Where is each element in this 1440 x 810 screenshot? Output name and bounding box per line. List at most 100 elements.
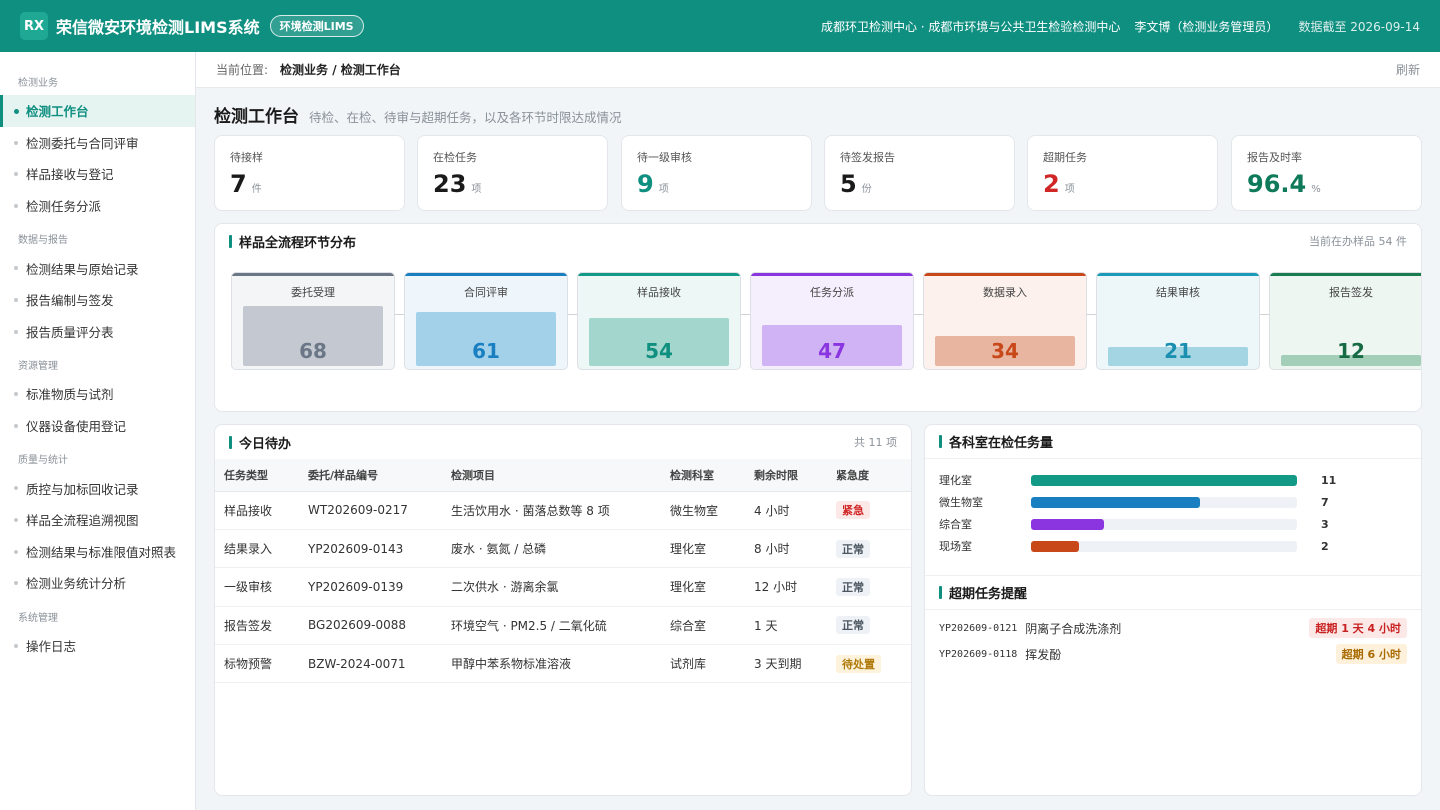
flow-stage[interactable]: 结果审核 21 — [1096, 272, 1260, 370]
table-cell: 标物预警 — [215, 644, 299, 684]
column-header: 委托/样品编号 — [299, 459, 442, 492]
lab-name: 现场室 — [939, 540, 972, 553]
kpi-value: 9 — [637, 170, 654, 198]
lab-count: 7 — [1321, 495, 1329, 509]
table-cell: 3 天到期 — [745, 644, 827, 684]
app-badge: 环境检测LIMS — [269, 15, 364, 37]
overdue-item[interactable]: YP202609-0121 阴离子合成洗涤剂 超期 1 天 4 小时 — [939, 618, 1407, 638]
org-name: 成都环卫检测中心 · 成都市环境与公共卫生检验检测中心 — [820, 19, 1121, 34]
kpi-label: 在检任务 — [433, 151, 477, 164]
labs-card: 各科室在检任务量 理化室 11 微生物室 7 综合室 3 现场室 2 超期任务提醒 YP202… — [924, 424, 1422, 796]
stage-name: 报告签发 — [1329, 286, 1373, 299]
urgency-badge: 紧急 — [836, 501, 870, 520]
todo-table: 任务类型 委托/样品编号 检测项目 检测科室 剩余时限 紧急度 样品接收 WT20… — [215, 459, 911, 684]
table-row[interactable]: 样品接收 WT202609-0217 生活饮用水 · 菌落总数等 8 项微生物室 4 … — [215, 491, 911, 530]
sidebar-item-trace[interactable]: 样品全流程追溯视图 — [0, 504, 195, 536]
table-cell: 12 小时 — [745, 567, 827, 607]
overdue-sample-id: YP202609-0121 — [939, 622, 1018, 634]
table-row[interactable]: 结果录入 YP202609-0143 废水 · 氨氮 / 总磷 理化室 8 小时 正常 — [215, 529, 911, 569]
table-cell: YP202609-0143 — [299, 529, 442, 569]
sidebar-item-report-score[interactable]: 报告质量评分表 — [0, 316, 195, 348]
kpi-unit: 项 — [1064, 184, 1075, 195]
app-name: 荣信微安环境检测LIMS系统 — [56, 18, 260, 37]
stage-accent — [578, 273, 740, 276]
flow-stage[interactable]: 数据录入 34 — [923, 272, 1087, 370]
flow-stage[interactable]: 任务分派 47 — [750, 272, 914, 370]
table-row[interactable]: 报告签发 BG202609-0088 环境空气 · PM2.5 / 二氧化硫 综合室 1… — [215, 606, 911, 646]
overdue-item-name: 阴离子合成洗涤剂 — [1025, 621, 1122, 636]
stage-connector — [1087, 314, 1096, 315]
stage-connector — [568, 314, 577, 315]
stage-connector — [741, 314, 750, 315]
nav-group-title: 资源管理 — [18, 361, 58, 373]
data-date: 数据截至 2026-09-14 — [1298, 19, 1420, 34]
page-title: 检测工作台 — [214, 107, 299, 127]
table-cell: 1 天 — [745, 606, 827, 646]
main-content: 当前位置: 检测业务 / 检测工作台 刷新 检测工作台 待检、在检、待审与超期任… — [196, 52, 1440, 810]
sidebar: 检测业务 检测工作台 检测委托与合同评审 样品接收与登记 检测任务分派 数据与报… — [0, 52, 196, 810]
lab-row: 现场室 2 — [939, 539, 1407, 554]
table-cell: 一级审核 — [215, 567, 299, 607]
stage-count: 61 — [472, 339, 500, 363]
kpi-unit: % — [1311, 184, 1321, 195]
table-cell: 甲醇中苯系物标准溶液 — [442, 644, 661, 684]
column-header: 紧急度 — [827, 459, 911, 492]
table-cell: BG202609-0088 — [299, 606, 442, 646]
kpi-card[interactable]: 待接样 7件 — [214, 135, 405, 211]
flow-stage[interactable]: 委托受理 68 — [231, 272, 395, 370]
kpi-card[interactable]: 待签发报告 5份 — [824, 135, 1015, 211]
nav-group-title: 数据与报告 — [18, 235, 68, 247]
sidebar-item-contract-review[interactable]: 检测委托与合同评审 — [0, 127, 195, 159]
table-row[interactable]: 一级审核 YP202609-0139 二次供水 · 游离余氯 理化室 12 小时 正常 — [215, 567, 911, 607]
overdue-item[interactable]: YP202609-0118 挥发酚 超期 6 小时 — [939, 644, 1407, 664]
sidebar-item-instruments[interactable]: 仪器设备使用登记 — [0, 410, 195, 442]
table-cell: 报告签发 — [215, 606, 299, 646]
kpi-value: 2 — [1043, 170, 1060, 198]
sidebar-item-qc[interactable]: 质控与加标回收记录 — [0, 472, 195, 504]
table-cell: YP202609-0139 — [299, 567, 442, 607]
kpi-card[interactable]: 超期任务 2项 — [1027, 135, 1218, 211]
sidebar-item-task-dispatch[interactable]: 检测任务分派 — [0, 190, 195, 222]
table-cell: 待处置 — [827, 644, 911, 684]
nav-group-title: 检测业务 — [18, 78, 58, 89]
table-cell: 生活饮用水 · 菌落总数等 8 项 — [442, 491, 661, 530]
app-logo: RX — [20, 12, 48, 40]
kpi-unit: 件 — [251, 184, 262, 195]
table-cell: 环境空气 · PM2.5 / 二氧化硫 — [442, 606, 661, 646]
flow-stage[interactable]: 样品接收 54 — [577, 272, 741, 370]
sidebar-item-sample-receive[interactable]: 样品接收与登记 — [0, 158, 195, 190]
lab-count: 3 — [1321, 517, 1329, 531]
stage-accent — [751, 273, 913, 276]
kpi-card[interactable]: 待一级审核 9项 — [621, 135, 812, 211]
overdue-item-name: 挥发酚 — [1025, 647, 1062, 662]
breadcrumb-path: 检测业务 / 检测工作台 — [280, 63, 401, 77]
sidebar-item-stats[interactable]: 检测业务统计分析 — [0, 567, 195, 599]
page-description: 待检、在检、待审与超期任务，以及各环节时限达成情况 — [309, 110, 622, 125]
breadcrumb: 当前位置: 检测业务 / 检测工作台 刷新 — [196, 52, 1440, 88]
stage-connector — [1260, 314, 1269, 315]
todo-title: 今日待办 — [239, 436, 292, 452]
sidebar-item-report-issue[interactable]: 报告编制与签发 — [0, 284, 195, 316]
lab-bar — [1031, 474, 1297, 486]
refresh-button[interactable]: 刷新 — [1396, 61, 1420, 78]
table-cell: 8 小时 — [745, 529, 827, 569]
stage-name: 数据录入 — [983, 286, 1027, 299]
table-cell: 综合室 — [661, 606, 745, 646]
stage-count: 34 — [991, 339, 1019, 363]
stage-name: 结果审核 — [1156, 286, 1200, 299]
sidebar-item-logs[interactable]: 操作日志 — [0, 630, 195, 662]
lab-name: 综合室 — [939, 518, 972, 531]
flow-stage[interactable]: 报告签发 12 — [1269, 272, 1421, 370]
flow-title: 样品全流程环节分布 — [239, 235, 357, 251]
stage-count: 68 — [299, 339, 327, 363]
kpi-card[interactable]: 在检任务 23 项 — [417, 135, 608, 211]
current-user[interactable]: 李文博（检测业务管理员） — [1134, 18, 1278, 35]
flow-stage[interactable]: 合同评审 61 — [404, 272, 568, 370]
sidebar-item-limits[interactable]: 检测结果与标准限值对照表 — [0, 536, 195, 568]
sidebar-item-results[interactable]: 检测结果与原始记录 — [0, 252, 195, 284]
sidebar-item-workbench[interactable]: 检测工作台 — [0, 95, 195, 127]
kpi-card[interactable]: 报告及时率 96.4% — [1231, 135, 1422, 211]
lab-row: 微生物室 7 — [939, 495, 1407, 510]
table-row[interactable]: 标物预警 BZW-2024-0071 甲醇中苯系物标准溶液 试剂库 3 天到期 待处置 — [215, 644, 911, 684]
sidebar-item-reagents[interactable]: 标准物质与试剂 — [0, 378, 195, 410]
